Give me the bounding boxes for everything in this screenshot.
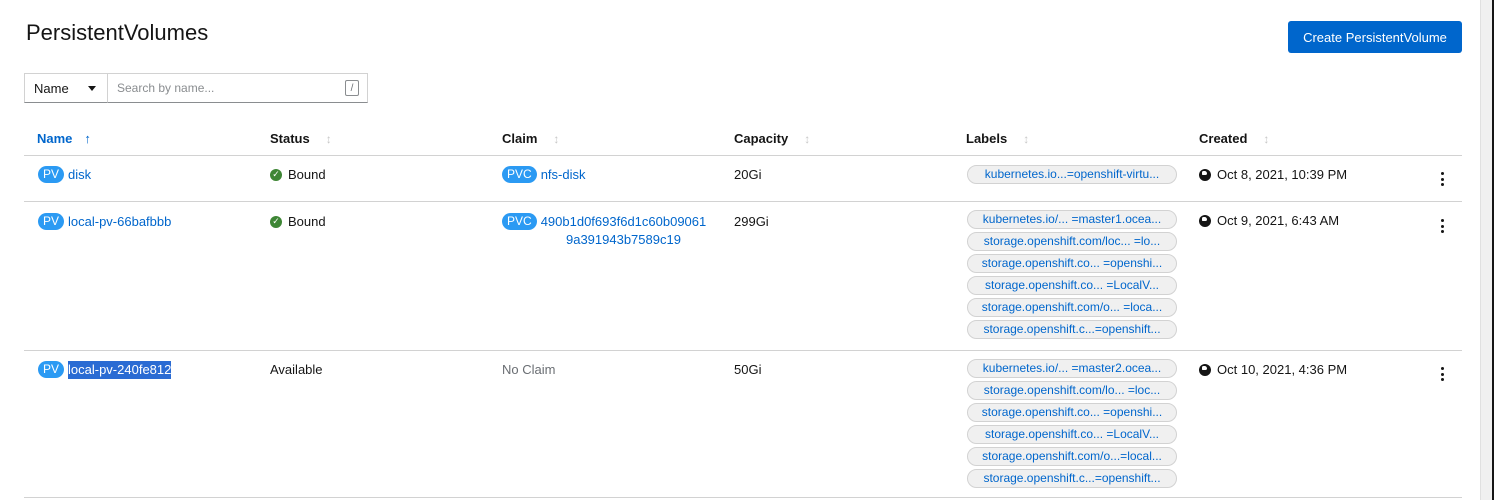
sort-icon: ↕ (553, 131, 560, 146)
table-header-divider (24, 155, 1462, 156)
status-cell: ✓ Bound (270, 214, 326, 229)
claim-link[interactable]: 490b1d0f693f6d1c60b09061 9a391943b7589c1… (541, 213, 707, 249)
label-chip[interactable]: storage.openshift.co... =openshi... (967, 403, 1177, 422)
kebab-menu-icon[interactable] (1436, 219, 1448, 233)
table-row-name[interactable]: PV local-pv-66bafbbb (38, 213, 171, 231)
filter-type-dropdown[interactable]: Name (24, 73, 108, 103)
kebab-menu-icon[interactable] (1436, 172, 1448, 186)
keyboard-shortcut-hint: / (345, 80, 359, 96)
globe-icon (1199, 363, 1211, 376)
capacity-cell: 299Gi (734, 214, 769, 229)
capacity-cell: 50Gi (734, 362, 762, 377)
label-chip[interactable]: storage.openshift.com/loc... =lo... (967, 232, 1177, 251)
label-chip[interactable]: storage.openshift.co... =LocalV... (967, 276, 1177, 295)
created-cell: Oct 9, 2021, 6:43 AM (1199, 213, 1339, 228)
label-chip[interactable]: storage.openshift.co... =openshi... (967, 254, 1177, 273)
label-chip[interactable]: kubernetes.io...=openshift-virtu... (967, 165, 1177, 184)
label-chip[interactable]: storage.openshift.com/lo... =loc... (967, 381, 1177, 400)
column-header-name-label: Name (37, 131, 73, 146)
created-timestamp: Oct 8, 2021, 10:39 PM (1217, 167, 1348, 182)
globe-icon (1199, 168, 1211, 181)
label-chip[interactable]: storage.openshift.com/o... =loca... (967, 298, 1177, 317)
label-chip[interactable]: storage.openshift.com/o...=local... (967, 447, 1177, 466)
column-header-created-label: Created (1199, 131, 1248, 146)
claim-cell: No Claim (502, 362, 556, 377)
status-cell: ✓ Bound (270, 167, 326, 182)
label-chip[interactable]: kubernetes.io/... =master2.ocea... (967, 359, 1177, 378)
pv-badge: PV (38, 166, 65, 183)
claim-cell[interactable]: PVC 490b1d0f693f6d1c60b09061 9a391943b75… (502, 213, 706, 249)
check-circle-icon: ✓ (270, 215, 282, 228)
pv-badge: PV (38, 213, 65, 230)
column-header-name[interactable]: Name ↑ (37, 131, 91, 146)
status-text: Bound (288, 214, 326, 229)
create-persistentvolume-button[interactable]: Create PersistentVolume (1288, 21, 1462, 53)
caret-down-icon (88, 86, 96, 91)
pvc-badge: PVC (502, 166, 537, 183)
capacity-cell: 20Gi (734, 167, 762, 182)
kebab-menu-icon[interactable] (1436, 367, 1448, 381)
labels-cell: kubernetes.io...=openshift-virtu... (967, 165, 1177, 184)
check-circle-icon: ✓ (270, 168, 282, 181)
column-header-claim-label: Claim (502, 131, 538, 146)
claim-link[interactable]: nfs-disk (541, 166, 586, 184)
pvc-badge: PVC (502, 213, 537, 230)
pv-name-link[interactable]: local-pv-240fe812 (68, 361, 172, 379)
column-header-labels-label: Labels (966, 131, 1008, 146)
table-row-name[interactable]: PV disk (38, 166, 91, 184)
pv-badge: PV (38, 361, 65, 378)
column-header-labels[interactable]: Labels ↕ (966, 131, 1029, 146)
created-timestamp: Oct 10, 2021, 4:36 PM (1217, 362, 1348, 377)
column-header-status[interactable]: Status ↕ (270, 131, 332, 146)
sort-icon: ↕ (1263, 131, 1270, 146)
column-header-claim[interactable]: Claim ↕ (502, 131, 559, 146)
filter-type-label: Name (34, 80, 69, 96)
table-row-name[interactable]: PV local-pv-240fe812 (38, 361, 172, 379)
search-placeholder: Search by name... (117, 81, 215, 95)
row-divider (24, 497, 1462, 498)
created-timestamp: Oct 9, 2021, 6:43 AM (1217, 213, 1340, 228)
created-cell: Oct 8, 2021, 10:39 PM (1199, 167, 1347, 182)
row-divider (24, 201, 1462, 202)
globe-icon (1199, 214, 1211, 227)
sort-icon: ↕ (1023, 131, 1030, 146)
row-divider (24, 350, 1462, 351)
search-input[interactable]: Search by name... / (108, 73, 368, 103)
filter-toolbar: Name Search by name... / (24, 73, 368, 103)
sort-ascending-icon: ↑ (84, 131, 91, 146)
column-header-capacity-label: Capacity (734, 131, 789, 146)
label-chip[interactable]: storage.openshift.c...=openshift... (967, 320, 1177, 339)
labels-cell: kubernetes.io/... =master1.ocea... stora… (967, 210, 1177, 339)
sort-icon: ↕ (325, 131, 332, 146)
label-chip[interactable]: storage.openshift.c...=openshift... (967, 469, 1177, 488)
created-cell: Oct 10, 2021, 4:36 PM (1199, 362, 1347, 377)
pv-name-link[interactable]: disk (68, 166, 91, 184)
page-title: PersistentVolumes (26, 20, 209, 45)
sort-icon: ↕ (804, 131, 811, 146)
labels-cell: kubernetes.io/... =master2.ocea... stora… (967, 359, 1177, 488)
column-header-status-label: Status (270, 131, 310, 146)
status-text: Bound (288, 167, 326, 182)
column-header-created[interactable]: Created ↕ (1199, 131, 1269, 146)
label-chip[interactable]: kubernetes.io/... =master1.ocea... (967, 210, 1177, 229)
claim-link-line2: 9a391943b7589c19 (565, 232, 681, 247)
claim-cell[interactable]: PVC nfs-disk (502, 166, 585, 184)
status-text: Available (270, 362, 323, 377)
label-chip[interactable]: storage.openshift.co... =LocalV... (967, 425, 1177, 444)
column-header-capacity[interactable]: Capacity ↕ (734, 131, 810, 146)
claim-link-line1: 490b1d0f693f6d1c60b09061 (540, 214, 707, 229)
pv-name-link[interactable]: local-pv-66bafbbb (68, 213, 171, 231)
